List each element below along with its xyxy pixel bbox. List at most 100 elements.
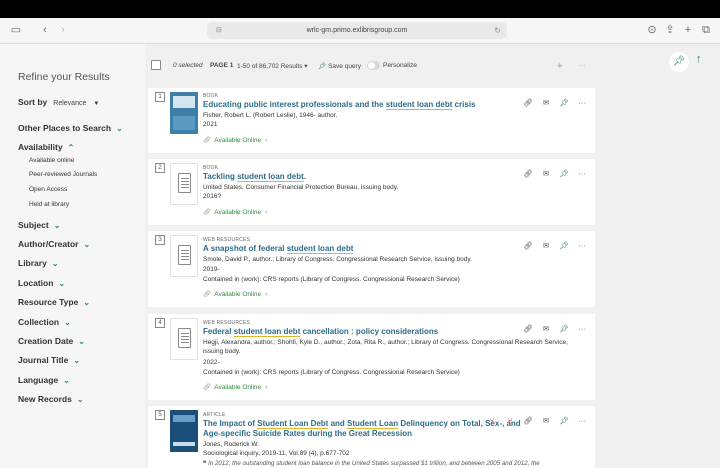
more-icon[interactable]: ··· — [577, 241, 587, 251]
more-icon[interactable]: ··· — [577, 169, 587, 179]
book-cover-thumbnail[interactable] — [170, 92, 198, 134]
more-icon[interactable]: ··· — [579, 62, 586, 69]
sidebar-toggle-icon[interactable]: ▭ — [9, 23, 23, 37]
facet-label: Resource Type — [18, 297, 79, 307]
record-number[interactable]: 1 — [155, 92, 165, 102]
result-actions: 🔗︎ ✉︎ 📌︎ ··· — [515, 92, 587, 107]
title-highlight: student loan debt — [286, 244, 354, 254]
result-author: Jones, Roderick W. — [203, 441, 259, 448]
facet-author[interactable]: Author/Creator ⌄ — [18, 239, 90, 249]
document-thumbnail[interactable] — [170, 163, 198, 205]
link-icon[interactable]: 🔗︎ — [523, 416, 533, 426]
cited-by-icon[interactable]: ⑂ — [505, 416, 515, 426]
chevron-down-icon: ⌄ — [53, 221, 61, 230]
result-card[interactable]: 2 BOOK Tackling student loan debt. Unite… — [148, 159, 595, 225]
url-text: wrlc-gm.primo.exlibrisgroup.com — [306, 27, 408, 34]
email-icon[interactable]: ✉︎ — [541, 98, 551, 108]
facet-collection[interactable]: Collection ⌄ — [18, 317, 71, 327]
result-title[interactable]: A snapshot of federal student loan debt — [203, 244, 354, 254]
system-top-bar — [0, 0, 720, 18]
facet-other-places[interactable]: Other Places to Search ⌄ — [18, 123, 123, 133]
record-number[interactable]: 4 — [155, 318, 165, 328]
facet-availability[interactable]: Availability ⌃ — [18, 142, 74, 152]
resource-type: BOOK — [203, 93, 219, 99]
availability-link[interactable]: 🔗︎ Available Online › — [203, 208, 267, 216]
forward-icon[interactable]: › — [56, 23, 70, 37]
chevron-down-icon: ⌄ — [51, 259, 59, 268]
facet-label: Subject — [18, 220, 49, 230]
result-title[interactable]: Educating public interest professionals … — [203, 100, 476, 110]
back-icon[interactable]: ‹ — [38, 23, 52, 37]
link-icon[interactable]: 🔗︎ — [523, 324, 533, 334]
facet-location[interactable]: Location ⌄ — [18, 278, 65, 288]
facet-resource-type[interactable]: Resource Type ⌄ — [18, 297, 90, 307]
facet-library[interactable]: Library ⌄ — [18, 258, 59, 268]
result-card[interactable]: 3 WEB RESOURCES A snapshot of federal st… — [148, 231, 595, 307]
availability-option[interactable]: Held at library — [29, 201, 69, 208]
availability-option[interactable]: Available online — [29, 157, 74, 164]
result-title[interactable]: Federal student loan debt cancellation :… — [203, 327, 438, 337]
email-icon[interactable]: ✉︎ — [541, 416, 551, 426]
pin-icon[interactable]: 📌︎ — [559, 169, 569, 179]
result-title[interactable]: Tackling student loan debt. — [203, 172, 306, 182]
journal-cover-thumbnail[interactable] — [170, 410, 198, 452]
selected-count: 0 selected — [173, 62, 203, 69]
facet-new-records[interactable]: New Records ⌄ — [18, 394, 84, 404]
document-thumbnail[interactable] — [170, 318, 198, 360]
result-author: Hegji, Alexandra, author.; Shohfi, Kyle … — [203, 339, 568, 355]
chevron-down-icon: ⌄ — [64, 318, 71, 327]
address-bar[interactable]: ⊟ wrlc-gm.primo.exlibrisgroup.com ↻ — [207, 22, 507, 39]
result-title[interactable]: The Impact of Student Loan Debt and Stud… — [203, 419, 533, 439]
pin-icon[interactable]: 📌︎ — [559, 241, 569, 251]
results-count-dropdown[interactable]: 1-50 of 86,702 Results ▾ — [237, 62, 307, 70]
facet-journal-title[interactable]: Journal Title ⌄ — [18, 355, 80, 365]
facet-language[interactable]: Language ⌄ — [18, 375, 70, 385]
more-icon[interactable]: ··· — [577, 98, 587, 108]
email-icon[interactable]: ✉︎ — [541, 324, 551, 334]
email-icon[interactable]: ✉︎ — [541, 241, 551, 251]
pin-icon[interactable]: 📌︎ — [559, 324, 569, 334]
availability-option[interactable]: Peer-reviewed Journals — [29, 171, 97, 178]
my-favorites-pin-icon[interactable]: 📌︎ — [669, 52, 689, 72]
download-icon[interactable]: ⊙ — [645, 23, 659, 37]
save-query-button[interactable]: 📌︎ Save query — [318, 62, 361, 70]
facet-label: New Records — [18, 394, 72, 404]
link-icon[interactable]: 🔗︎ — [523, 169, 533, 179]
pin-icon[interactable]: 📌︎ — [559, 98, 569, 108]
availability-link[interactable]: 🔗︎ Available Online › — [203, 136, 267, 144]
availability-link[interactable]: 🔗︎ Available Online › — [203, 383, 267, 391]
scroll-top-arrow-icon[interactable]: ↑ — [696, 53, 702, 65]
chevron-down-icon: ⌄ — [73, 356, 81, 365]
pin-icon[interactable]: 📌︎ — [559, 416, 569, 426]
new-tab-icon[interactable]: + — [681, 23, 695, 37]
record-number[interactable]: 5 — [155, 410, 165, 420]
sort-by-control[interactable]: Sort by Relevance ▼ — [18, 97, 99, 107]
result-card[interactable]: 4 WEB RESOURCES Federal student loan deb… — [148, 314, 595, 400]
select-all-checkbox[interactable] — [151, 60, 161, 70]
availability-option[interactable]: Open Access — [29, 186, 67, 193]
more-icon[interactable]: ··· — [577, 416, 587, 426]
result-card[interactable]: 5 ARTICLE The Impact of Student Loan Deb… — [148, 406, 595, 468]
record-number[interactable]: 3 — [155, 235, 165, 245]
facet-label: Creation Date — [18, 336, 74, 346]
more-icon[interactable]: ··· — [577, 324, 587, 334]
link-icon[interactable]: 🔗︎ — [523, 98, 533, 108]
result-card[interactable]: 1 BOOK Educating public interest profess… — [148, 88, 595, 153]
facet-label: Language — [18, 375, 59, 385]
availability-link[interactable]: 🔗︎ Available Online › — [203, 290, 267, 298]
share-icon[interactable]: ⇪ — [663, 23, 677, 37]
pin-icon[interactable]: ✚ — [557, 62, 562, 70]
tab-overview-icon[interactable]: ⧉ — [699, 23, 713, 37]
facet-label: Journal Title — [18, 355, 69, 365]
record-number[interactable]: 2 — [155, 163, 165, 173]
facet-creation-date[interactable]: Creation Date ⌄ — [18, 336, 85, 346]
document-thumbnail[interactable] — [170, 235, 198, 277]
facet-subject[interactable]: Subject ⌄ — [18, 220, 60, 230]
personalize-toggle[interactable] — [367, 61, 380, 70]
dropdown-icon: ▼ — [93, 101, 100, 107]
reload-icon[interactable]: ↻ — [494, 22, 501, 39]
link-icon[interactable]: 🔗︎ — [523, 241, 533, 251]
citation-trail-icon[interactable]: ⑂ — [487, 416, 497, 426]
email-icon[interactable]: ✉︎ — [541, 169, 551, 179]
title-text: A snapshot of federal — [203, 244, 287, 253]
